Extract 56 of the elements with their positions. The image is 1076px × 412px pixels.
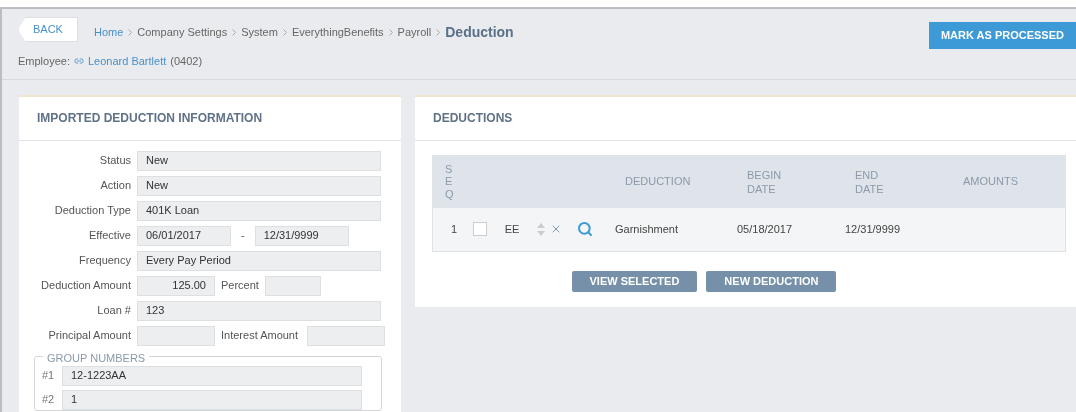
employee-label: Employee: [18, 54, 70, 69]
input-field[interactable] [307, 325, 386, 346]
table-cell-text: 1 [449, 221, 458, 237]
input-field[interactable]: New [137, 150, 381, 171]
input-field[interactable]: 125.00 [137, 275, 215, 296]
search-icon[interactable] [577, 221, 593, 237]
column-header: SEQ [445, 163, 455, 200]
chevron-icon [282, 29, 287, 36]
input-field[interactable] [264, 275, 321, 296]
input-field[interactable] [137, 325, 215, 346]
field-label: Interest Amount [221, 328, 299, 344]
column-header: AMOUNTS [962, 174, 1018, 190]
back-button[interactable]: BACK [18, 17, 78, 42]
table-cell-text: EE [503, 221, 521, 237]
panel-title: IMPORTED DEDUCTION INFORMATION [19, 96, 401, 141]
input-field[interactable]: New [137, 175, 381, 196]
sort-icon[interactable] [537, 222, 545, 236]
chevron-icon [436, 29, 441, 36]
column-header: END DATE [855, 167, 885, 196]
group-number-field[interactable]: 1 [62, 389, 362, 410]
group-number-label: #2 [42, 392, 56, 408]
field-label: Deduction Amount [40, 278, 131, 294]
input-field[interactable]: Every Pay Period [137, 250, 381, 271]
chevron-icon [128, 29, 133, 36]
field-label: Effective [88, 228, 131, 244]
field-label: Status [98, 153, 131, 169]
employee-id: (0402) [170, 54, 203, 69]
breadcrumb-link[interactable]: System [241, 24, 278, 41]
field-label: Principal Amount [47, 328, 131, 344]
input-field[interactable]: 123 [137, 300, 381, 321]
column-header: BEGIN DATE [747, 167, 783, 196]
breadcrumb-link[interactable]: EverythingBenefits [291, 24, 384, 41]
range-separator: - [240, 228, 246, 244]
table-cell-text: 12/31/9999 [844, 221, 902, 237]
close-icon[interactable] [550, 223, 562, 235]
field-label: Frequency [78, 253, 131, 269]
field-label: Action [99, 178, 131, 194]
group-number-field[interactable]: 12-1223AA [62, 365, 362, 386]
row-checkbox[interactable] [473, 222, 487, 236]
chevron-icon [388, 29, 393, 36]
column-header: DEDUCTION [624, 174, 692, 190]
input-field[interactable]: 12/31/9999 [254, 225, 349, 246]
breadcrumb-link[interactable]: Company Settings [137, 24, 228, 41]
field-label: Percent [221, 278, 259, 294]
table-cell-text: Garnishment [614, 221, 679, 237]
panel-title: DEDUCTIONS [415, 96, 1076, 141]
field-label: Loan # [96, 303, 131, 319]
link-icon [74, 56, 84, 67]
table-cell-text: 05/18/2017 [736, 221, 794, 237]
field-label: Deduction Type [53, 203, 131, 219]
group-number-label: #1 [42, 368, 56, 384]
page-title: Deduction [445, 23, 514, 42]
chevron-icon [232, 29, 237, 36]
input-field[interactable]: 06/01/2017 [137, 225, 231, 246]
input-field[interactable]: 401K Loan [137, 200, 381, 221]
breadcrumb-link[interactable]: Payroll [397, 24, 432, 41]
